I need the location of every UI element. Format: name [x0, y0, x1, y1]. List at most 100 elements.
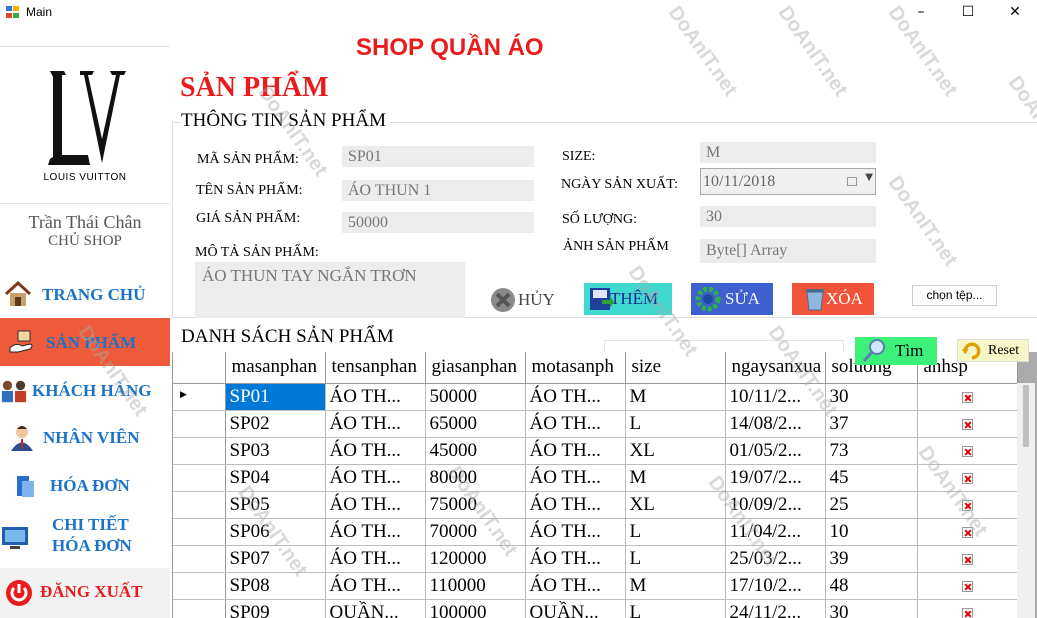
- column-header-ngaysanxuat[interactable]: ngaysanxua: [725, 352, 826, 384]
- table-cell-image[interactable]: [917, 491, 1018, 519]
- table-cell[interactable]: SP06: [225, 518, 326, 546]
- column-header-giasanpham[interactable]: giasanphan: [425, 352, 526, 384]
- table-row[interactable]: SP09 QUẦN... 100000 QUẦN... L 24/11/2... 30: [173, 599, 1018, 618]
- table-cell[interactable]: SP02: [225, 410, 326, 438]
- grid-vertical-scrollbar[interactable]: [1017, 383, 1035, 618]
- table-cell[interactable]: 100000: [425, 599, 526, 618]
- table-cell[interactable]: 80000: [425, 464, 526, 492]
- table-cell[interactable]: M: [625, 572, 726, 600]
- nav-khach-hang[interactable]: KHÁCH HÀNG: [0, 369, 170, 417]
- table-cell[interactable]: 48: [825, 572, 918, 600]
- table-cell[interactable]: 11/04/2...: [725, 518, 826, 546]
- table-cell[interactable]: 25: [825, 491, 918, 519]
- table-cell-image[interactable]: [917, 464, 1018, 492]
- table-cell[interactable]: 17/10/2...: [725, 572, 826, 600]
- table-cell-image[interactable]: [917, 383, 1018, 411]
- table-cell[interactable]: 70000: [425, 518, 526, 546]
- table-cell-image[interactable]: [917, 437, 1018, 465]
- table-cell[interactable]: 10: [825, 518, 918, 546]
- so-luong-field[interactable]: 30: [700, 206, 876, 227]
- table-cell[interactable]: XL: [625, 491, 726, 519]
- table-row[interactable]: SP03 ÁO TH... 45000 ÁO TH... XL 01/05/2... 73: [173, 437, 1018, 465]
- table-cell[interactable]: SP04: [225, 464, 326, 492]
- row-header[interactable]: [173, 518, 226, 546]
- table-cell[interactable]: 39: [825, 545, 918, 573]
- table-row[interactable]: SP02 ÁO TH... 65000 ÁO TH... L 14/08/2... 37: [173, 410, 1018, 438]
- reset-button[interactable]: Reset: [957, 339, 1029, 362]
- table-row[interactable]: SP05 ÁO TH... 75000 ÁO TH... XL 10/09/2... 25: [173, 491, 1018, 519]
- table-cell[interactable]: ÁO TH...: [325, 383, 426, 411]
- table-cell[interactable]: L: [625, 599, 726, 618]
- table-cell[interactable]: M: [625, 464, 726, 492]
- table-cell[interactable]: ÁO TH...: [325, 437, 426, 465]
- column-header-masanpham[interactable]: masanphan: [225, 352, 326, 384]
- table-cell[interactable]: SP09: [225, 599, 326, 618]
- row-header[interactable]: [173, 410, 226, 438]
- xoa-button[interactable]: XÓA: [792, 283, 874, 315]
- column-header-tensanpham[interactable]: tensanphan: [325, 352, 426, 384]
- row-header[interactable]: [173, 437, 226, 465]
- table-cell[interactable]: 37: [825, 410, 918, 438]
- tim-button[interactable]: Tìm: [855, 337, 937, 365]
- anh-san-pham-field[interactable]: Byte[] Array: [700, 239, 876, 263]
- scrollbar-thumb[interactable]: [1023, 385, 1029, 447]
- table-cell[interactable]: 110000: [425, 572, 526, 600]
- table-cell-image[interactable]: [917, 572, 1018, 600]
- close-button[interactable]: ✕: [992, 0, 1037, 26]
- table-cell[interactable]: SP01: [225, 383, 326, 411]
- chevron-down-icon[interactable]: ▼: [865, 172, 873, 183]
- nav-nhan-vien[interactable]: NHÂN VIÊN: [0, 416, 170, 464]
- row-header[interactable]: [173, 572, 226, 600]
- table-cell-image[interactable]: [917, 410, 1018, 438]
- chon-tep-button[interactable]: chọn tệp...: [912, 285, 997, 306]
- row-header[interactable]: [173, 491, 226, 519]
- sua-button[interactable]: SỬA: [691, 283, 773, 315]
- table-cell[interactable]: 30: [825, 383, 918, 411]
- table-cell[interactable]: 14/08/2...: [725, 410, 826, 438]
- table-cell-image[interactable]: [917, 518, 1018, 546]
- table-cell[interactable]: ÁO TH...: [525, 518, 626, 546]
- table-cell[interactable]: SP07: [225, 545, 326, 573]
- ma-san-pham-field[interactable]: SP01: [342, 146, 534, 167]
- table-cell[interactable]: QUẦN...: [525, 599, 626, 618]
- table-row[interactable]: SP08 ÁO TH... 110000 ÁO TH... M 17/10/2... 48: [173, 572, 1018, 600]
- table-cell[interactable]: 25/03/2...: [725, 545, 826, 573]
- table-cell[interactable]: ÁO TH...: [525, 491, 626, 519]
- table-cell[interactable]: M: [625, 383, 726, 411]
- grid-corner[interactable]: [173, 352, 226, 384]
- table-row[interactable]: SP07 ÁO TH... 120000 ÁO TH... L 25/03/2... 39: [173, 545, 1018, 573]
- gia-san-pham-field[interactable]: 50000: [342, 212, 534, 233]
- table-cell[interactable]: ÁO TH...: [525, 545, 626, 573]
- table-cell[interactable]: 19/07/2...: [725, 464, 826, 492]
- row-header[interactable]: [173, 464, 226, 492]
- table-cell[interactable]: SP05: [225, 491, 326, 519]
- table-cell[interactable]: ÁO TH...: [525, 410, 626, 438]
- table-cell[interactable]: 120000: [425, 545, 526, 573]
- table-cell[interactable]: 24/11/2...: [725, 599, 826, 618]
- table-cell[interactable]: ÁO TH...: [325, 410, 426, 438]
- table-cell[interactable]: 45: [825, 464, 918, 492]
- table-cell[interactable]: 65000: [425, 410, 526, 438]
- table-cell[interactable]: ÁO TH...: [325, 572, 426, 600]
- minimize-button[interactable]: –: [898, 0, 944, 26]
- row-header[interactable]: [173, 545, 226, 573]
- maximize-button[interactable]: ☐: [945, 0, 991, 26]
- ten-san-pham-field[interactable]: ÁO THUN 1: [342, 180, 534, 201]
- table-cell[interactable]: 10/09/2...: [725, 491, 826, 519]
- nav-san-pham[interactable]: SẢN PHẨM: [0, 318, 170, 366]
- column-header-motasanpham[interactable]: motasanph: [525, 352, 626, 384]
- table-cell-image[interactable]: [917, 599, 1018, 618]
- table-cell[interactable]: QUẦN...: [325, 599, 426, 618]
- table-cell[interactable]: L: [625, 545, 726, 573]
- column-header-size[interactable]: size: [625, 352, 726, 384]
- huy-button[interactable]: HỦY: [486, 284, 562, 316]
- table-cell[interactable]: ÁO TH...: [525, 572, 626, 600]
- table-cell[interactable]: L: [625, 518, 726, 546]
- row-header[interactable]: ▶: [173, 383, 226, 411]
- table-cell[interactable]: 75000: [425, 491, 526, 519]
- table-row[interactable]: ▶ SP01 ÁO TH... 50000 ÁO TH... M 10/11/2... 30: [173, 383, 1018, 411]
- size-field[interactable]: M: [700, 142, 876, 163]
- table-cell[interactable]: L: [625, 410, 726, 438]
- table-cell[interactable]: XL: [625, 437, 726, 465]
- table-cell-image[interactable]: [917, 545, 1018, 573]
